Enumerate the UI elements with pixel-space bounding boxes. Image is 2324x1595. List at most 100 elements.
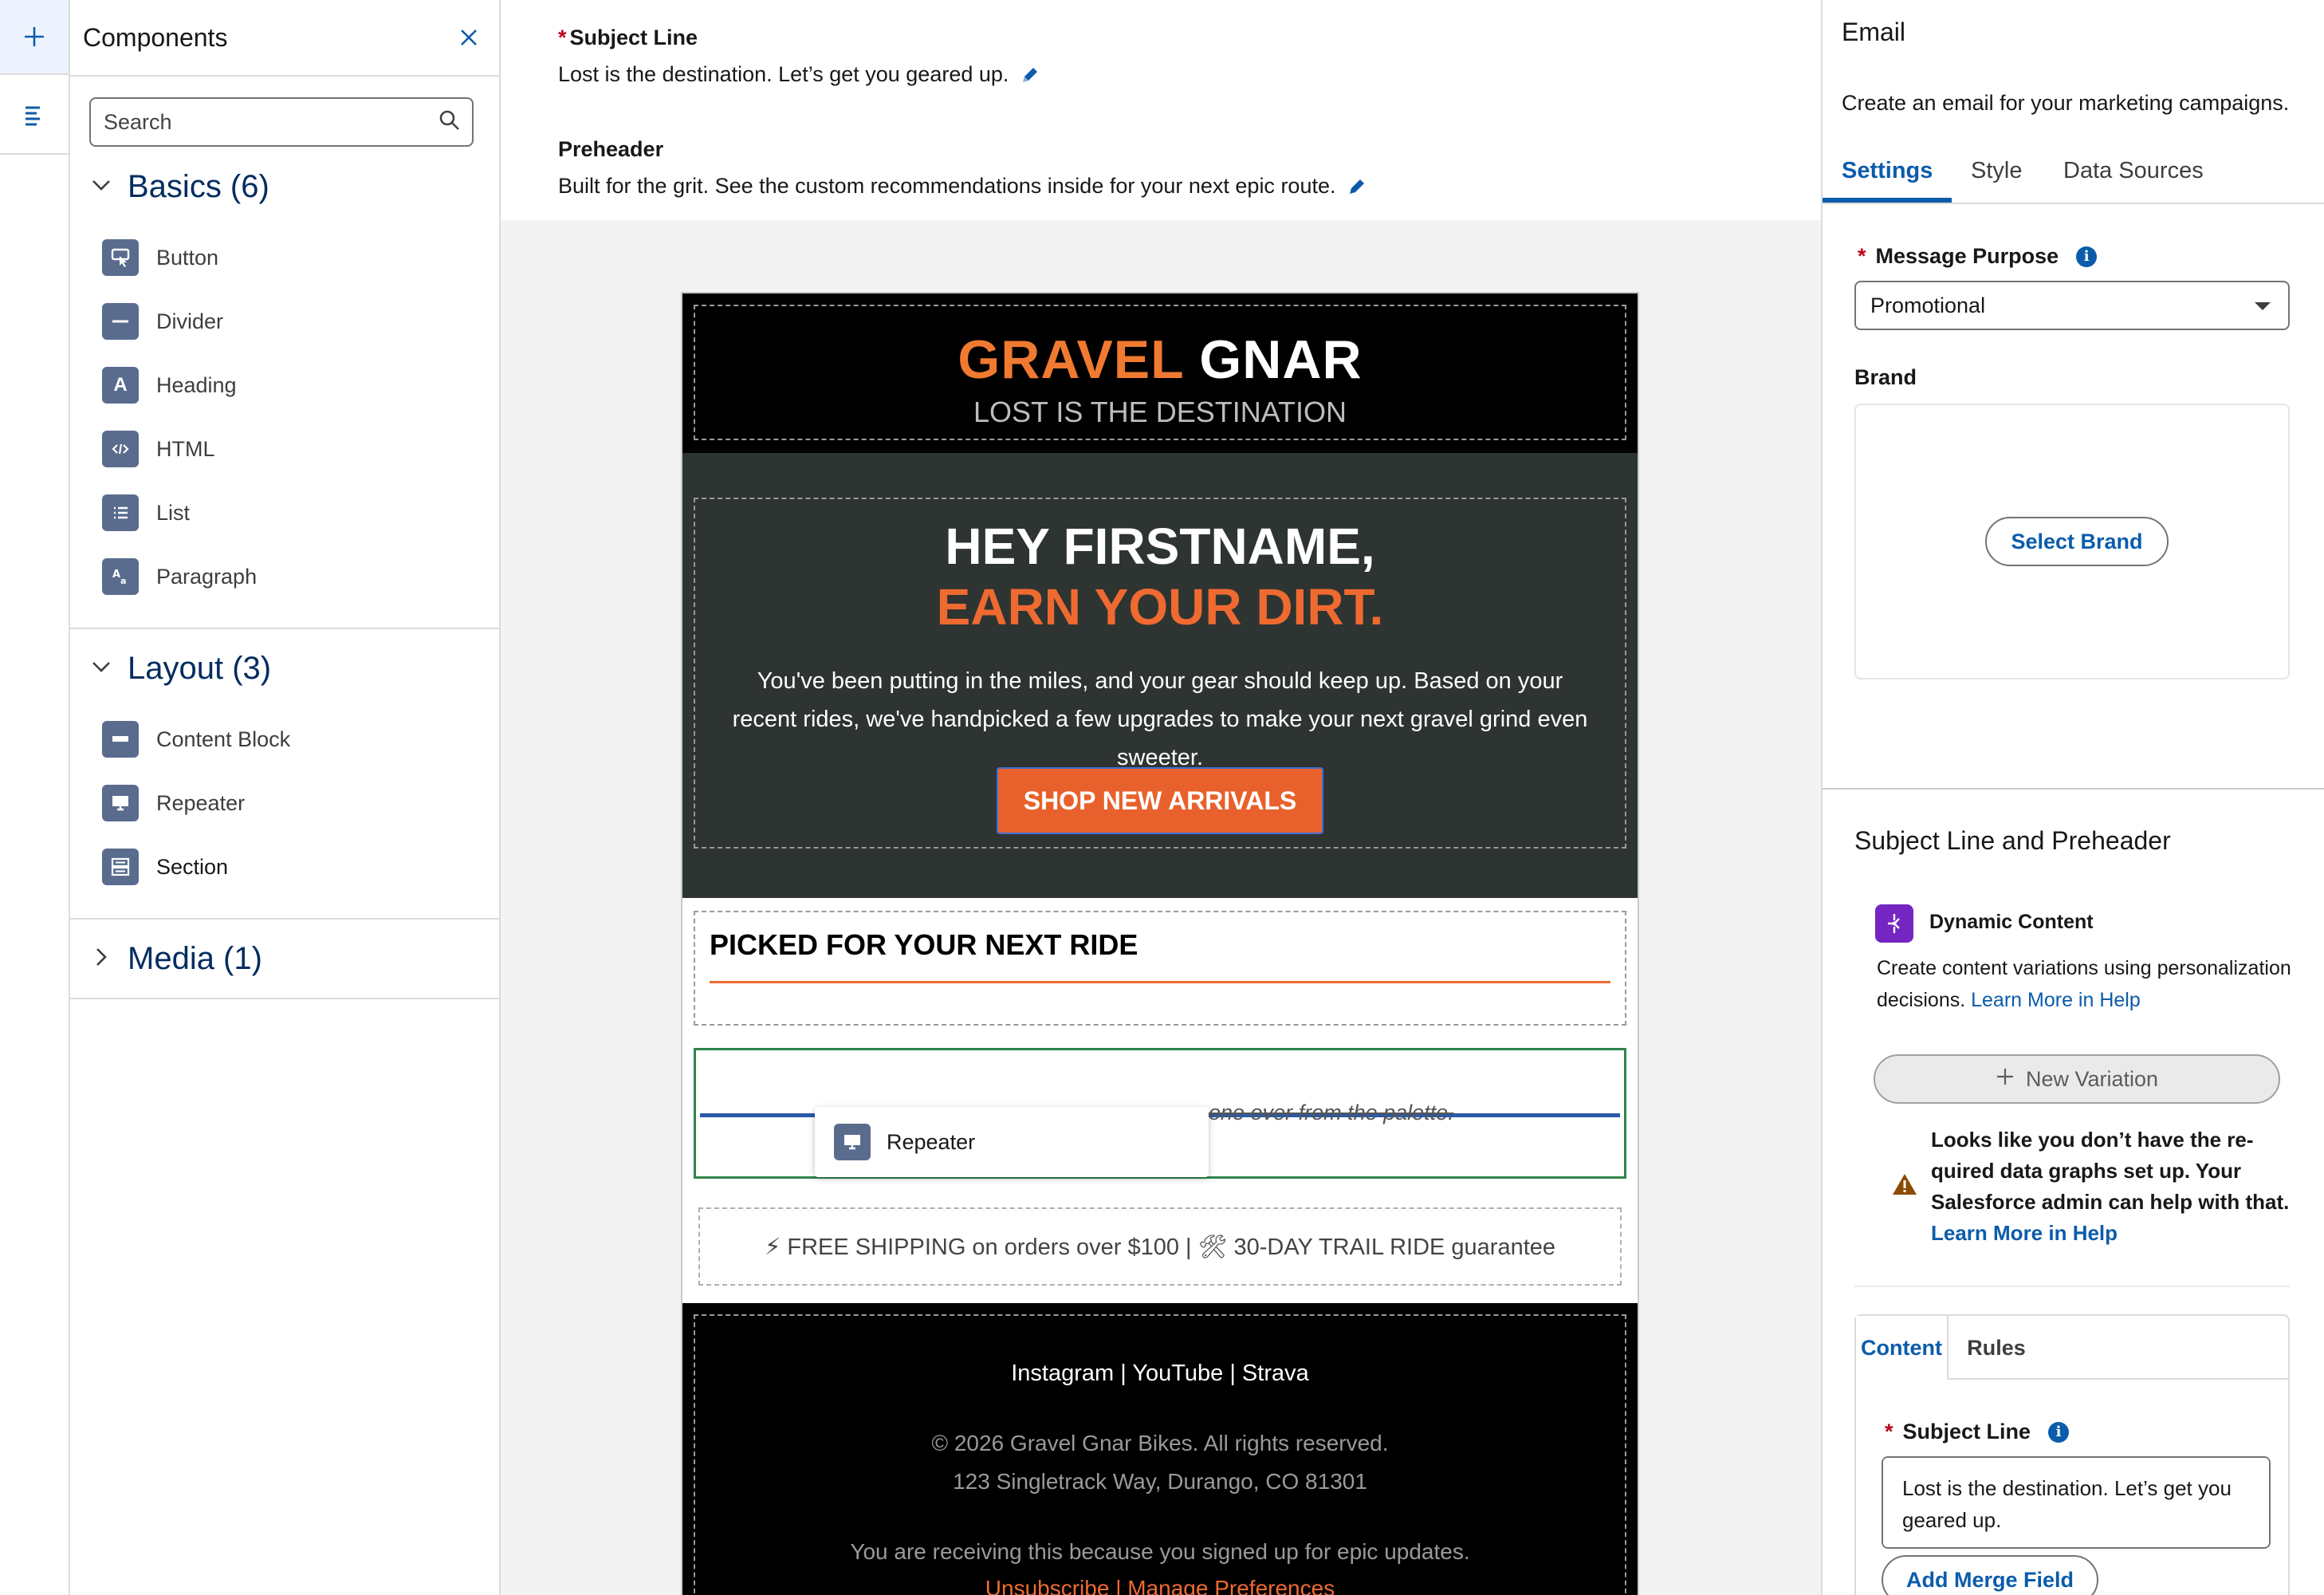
group-layout-label: Layout (3) (128, 651, 272, 686)
shop-new-arrivals-button[interactable]: SHOP NEW ARRIVALS (997, 767, 1323, 834)
paragraph-icon: Aa (102, 558, 139, 595)
logo: GRAVEL GNAR (682, 329, 1638, 391)
brand-box: Select Brand (1854, 404, 2290, 679)
repeater-icon (102, 785, 139, 821)
edit-pencil-icon[interactable] (1020, 65, 1040, 85)
component-list[interactable]: List (102, 494, 190, 531)
component-repeater-label: Repeater (156, 790, 246, 815)
hero-heading-line1: HEY FIRSTNAME, (945, 518, 1375, 575)
group-basics[interactable]: Basics (6) (89, 169, 269, 205)
orange-divider (710, 981, 1610, 983)
search-field[interactable] (89, 97, 474, 147)
group-media[interactable]: Media (1) (89, 941, 262, 977)
tab-content[interactable]: Content (1856, 1316, 1948, 1380)
search-input[interactable] (104, 109, 438, 135)
divider-icon (102, 303, 139, 340)
new-variation-button[interactable]: New Variation (1874, 1054, 2280, 1104)
component-content-block-label: Content Block (156, 727, 291, 751)
heading-icon: A (102, 367, 139, 404)
component-divider[interactable]: Divider (102, 303, 223, 340)
search-icon[interactable] (438, 109, 461, 136)
chevron-down-icon (89, 655, 113, 683)
learn-more-link[interactable]: Learn More in Help (1971, 989, 2141, 1011)
dynamic-content-icon (1875, 904, 1913, 943)
unsubscribe-link[interactable]: Unsubscribe (985, 1576, 1110, 1595)
panel-tabs: Settings Style Data Sources (1823, 148, 2324, 204)
component-paragraph[interactable]: Aa Paragraph (102, 558, 257, 595)
preheader-label: Preheader (558, 137, 664, 161)
message-purpose-select[interactable]: Promotional (1854, 281, 2290, 330)
subject-line-label: * Subject Line (558, 26, 698, 50)
email-canvas: * Subject Line Lost is the destination. L… (501, 0, 1821, 1595)
select-brand-button[interactable]: Select Brand (1985, 517, 2169, 566)
component-content-block[interactable]: Content Block (102, 721, 290, 758)
component-divider-label: Divider (156, 309, 224, 333)
social-links[interactable]: Instagram | YouTube | Strava (682, 1361, 1638, 1387)
repeater-icon (834, 1124, 871, 1160)
logo-part-white: GNAR (1199, 329, 1363, 390)
tagline: LOST IS THE DESTINATION (973, 396, 1347, 428)
address-text: 123 Singletrack Way, Durango, CO 81301 (953, 1469, 1367, 1494)
group-basics-label: Basics (6) (128, 169, 269, 204)
message-purpose-label-text: Message Purpose (1875, 244, 2059, 268)
link-separator: | (1109, 1576, 1128, 1595)
left-rail (0, 0, 70, 1595)
component-repeater[interactable]: Repeater (102, 785, 245, 821)
component-heading[interactable]: A Heading (102, 367, 237, 404)
add-icon[interactable] (0, 0, 69, 75)
card-tabs: Content Rules (1856, 1316, 2288, 1380)
required-marker: * (1858, 244, 1866, 268)
email-header-properties: * Subject Line Lost is the destination. L… (501, 0, 1821, 220)
receiving-text: You are receiving this because you signe… (850, 1539, 1470, 1564)
dynamic-content-description: Create content variations using personal… (1877, 952, 2291, 1016)
message-purpose-label: * Message Purpose i (1858, 244, 2098, 269)
divider (70, 918, 499, 920)
subject-line-textarea[interactable]: Lost is the destination. Let’s get you g… (1882, 1456, 2271, 1549)
group-media-label: Media (1) (128, 941, 262, 976)
component-html-label: HTML (156, 436, 215, 461)
card-subject-label: * Subject Line i (1885, 1420, 2070, 1444)
footer-links: Unsubscribe | Manage Preferences (682, 1576, 1638, 1595)
html-icon (102, 431, 139, 467)
info-icon[interactable]: i (2076, 246, 2098, 267)
components-panel: Components Basics (6) Button Divider A H… (70, 0, 501, 1595)
preheader-text: Built for the grit. See the custom recom… (558, 174, 1336, 198)
chevron-right-icon (89, 945, 113, 973)
copyright-block: © 2026 Gravel Gnar Bikes. All rights res… (682, 1424, 1638, 1501)
card-subject-label-text: Subject Line (1902, 1420, 2031, 1443)
svg-text:a: a (120, 576, 126, 586)
subject-preheader-title: Subject Line and Preheader (1854, 826, 2171, 855)
list-icon[interactable] (0, 77, 69, 155)
shipping-banner[interactable]: ⚡ FREE SHIPPING on orders over $100 | 🛠 … (698, 1207, 1622, 1286)
message-purpose-value: Promotional (1870, 293, 1986, 317)
warning-text: Looks like you don’t have the re- quired… (1931, 1128, 2290, 1214)
hero-body: You've been putting in the miles, and yo… (732, 668, 1588, 770)
warning-icon (1891, 1172, 1918, 1200)
group-layout[interactable]: Layout (3) (89, 651, 271, 687)
component-section-label: Section (156, 854, 229, 879)
component-html[interactable]: HTML (102, 431, 215, 467)
components-title: Components (83, 22, 228, 52)
tab-rules[interactable]: Rules (1948, 1316, 2044, 1380)
manage-preferences-link[interactable]: Manage Preferences (1127, 1576, 1335, 1595)
tab-data-sources[interactable]: Data Sources (2063, 158, 2204, 184)
content-block-icon (102, 721, 139, 758)
properties-panel: Email Create an email for your marketing… (1821, 0, 2324, 1595)
email-preview: GRAVEL GNAR LOST IS THE DESTINATION HEY … (681, 292, 1639, 1595)
edit-pencil-icon[interactable] (1347, 176, 1367, 197)
section-separator (1823, 788, 2324, 790)
info-icon[interactable]: i (2048, 1421, 2070, 1443)
close-icon[interactable] (453, 22, 485, 53)
drag-ghost-repeater[interactable]: Repeater (815, 1107, 1209, 1177)
active-tab-indicator (1823, 198, 1952, 203)
section-icon (102, 849, 139, 885)
add-merge-field-button[interactable]: Add Merge Field (1882, 1555, 2098, 1595)
component-section[interactable]: Section (102, 849, 228, 885)
warning-learn-more-link[interactable]: Learn More in Help (1931, 1221, 2118, 1245)
component-button[interactable]: Button (102, 239, 218, 276)
tab-settings[interactable]: Settings (1842, 158, 1933, 184)
tab-style[interactable]: Style (1971, 158, 2022, 184)
chevron-down-icon (89, 173, 113, 201)
subject-line-label-text: Subject Line (569, 26, 698, 49)
copyright-text: © 2026 Gravel Gnar Bikes. All rights res… (931, 1431, 1389, 1455)
